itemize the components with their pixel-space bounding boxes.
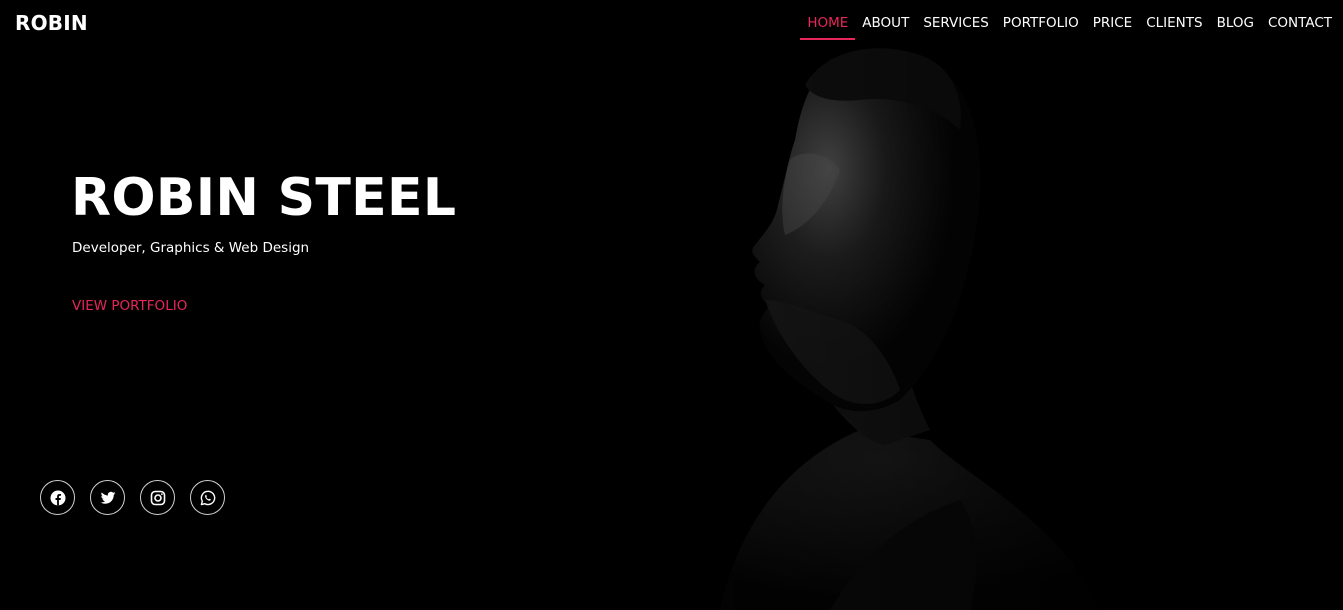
brand-logo[interactable]: ROBIN [15,11,88,35]
social-links [40,480,240,515]
page: ROBIN HOME ABOUT SERVICES PORTFOLIO PRIC… [0,0,1343,610]
facebook-icon [50,490,65,505]
whatsapp-icon [200,490,215,505]
hero-title: ROBIN STEEL [71,168,457,228]
main-nav: HOME ABOUT SERVICES PORTFOLIO PRICE CLIE… [800,15,1339,40]
facebook-link[interactable] [40,480,75,515]
nav-item-price[interactable]: PRICE [1086,15,1139,31]
nav-item-portfolio[interactable]: PORTFOLIO [996,15,1086,31]
twitter-link[interactable] [90,480,125,515]
nav-item-contact[interactable]: CONTACT [1261,15,1339,31]
whatsapp-link[interactable] [190,480,225,515]
hero-portrait-image [600,0,1200,610]
nav-item-clients[interactable]: CLIENTS [1139,15,1209,31]
twitter-icon [100,491,115,504]
instagram-link[interactable] [140,480,175,515]
nav-item-services[interactable]: SERVICES [916,15,995,31]
nav-item-home[interactable]: HOME [800,15,856,40]
view-portfolio-link[interactable]: VIEW PORTFOLIO [72,298,187,314]
nav-item-blog[interactable]: BLOG [1210,15,1261,31]
instagram-icon [150,490,165,505]
hero-subtitle: Developer, Graphics & Web Design [72,240,310,256]
nav-item-about[interactable]: ABOUT [855,15,916,31]
